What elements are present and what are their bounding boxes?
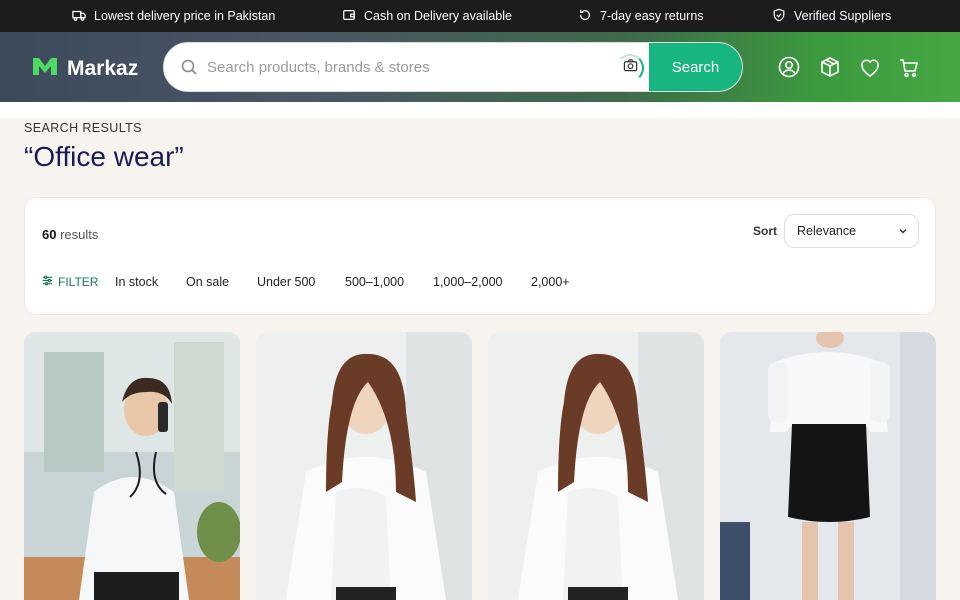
return-icon: [578, 8, 592, 25]
filter-500-1000[interactable]: 500–1,000: [345, 272, 404, 292]
search-input[interactable]: [207, 43, 607, 91]
announcement-delivery: Lowest delivery price in Pakistan: [72, 0, 275, 32]
sliders-icon: [42, 275, 53, 289]
filter-panel: 60 results Sort Relevance FILTER In stoc…: [24, 197, 936, 315]
cart-icon: [898, 59, 920, 83]
search-results-label: SEARCH RESULTS: [24, 121, 142, 135]
wishlist-button[interactable]: [859, 57, 881, 79]
filter-1000-2000[interactable]: 1,000–2,000: [433, 272, 503, 292]
filter-on-sale[interactable]: On sale: [186, 272, 229, 292]
search-button[interactable]: Search: [649, 43, 742, 91]
wallet-icon: [342, 8, 356, 25]
filter-label: FILTER: [58, 275, 99, 289]
search-icon: [180, 58, 198, 76]
camera-search-button[interactable]: [616, 54, 644, 82]
product-image: [488, 332, 704, 600]
product-image: [256, 332, 472, 600]
announcement-cod: Cash on Delivery available: [342, 0, 512, 32]
logo[interactable]: Markaz: [31, 54, 138, 84]
product-card[interactable]: [256, 332, 472, 600]
product-card[interactable]: [24, 332, 240, 600]
camera-icon: [623, 58, 638, 78]
announcement-verified: Verified Suppliers: [772, 0, 891, 32]
truck-icon: [72, 8, 86, 25]
account-button[interactable]: [778, 56, 800, 78]
sort-label: Sort: [753, 224, 777, 238]
product-image: [24, 332, 240, 600]
product-image: [720, 332, 936, 600]
announcement-text: Cash on Delivery available: [364, 9, 512, 23]
user-icon: [778, 56, 800, 82]
filter-under-500[interactable]: Under 500: [257, 272, 315, 292]
result-count: 60 results: [42, 227, 98, 242]
heart-icon: [859, 59, 881, 83]
search-bar: Search: [163, 42, 743, 92]
markaz-logo-icon: [31, 54, 59, 84]
filter-2000-plus[interactable]: 2,000+: [531, 272, 570, 292]
cart-button[interactable]: [898, 57, 920, 79]
sort-value: Relevance: [797, 224, 857, 238]
announcement-returns: 7-day easy returns: [578, 0, 704, 32]
product-card[interactable]: [720, 332, 936, 600]
box-icon: [819, 57, 841, 82]
result-count-number: 60: [42, 227, 57, 242]
sort-select[interactable]: Relevance: [784, 214, 919, 248]
announcement-text: Lowest delivery price in Pakistan: [94, 9, 276, 23]
filter-button[interactable]: FILTER: [42, 272, 98, 292]
announcement-bar: Lowest delivery price in Pakistan Cash o…: [0, 0, 960, 32]
header-divider: [0, 102, 960, 118]
logo-text: Markaz: [67, 57, 139, 80]
filter-in-stock[interactable]: In stock: [115, 272, 158, 292]
product-card[interactable]: [488, 332, 704, 600]
shield-icon: [772, 8, 786, 25]
site-header: Markaz Search: [0, 32, 960, 102]
result-count-suffix: results: [60, 227, 99, 242]
announcement-text: 7-day easy returns: [600, 9, 704, 23]
page-title: “Office wear”: [24, 141, 184, 172]
announcement-text: Verified Suppliers: [794, 9, 892, 23]
orders-button[interactable]: [819, 56, 841, 78]
